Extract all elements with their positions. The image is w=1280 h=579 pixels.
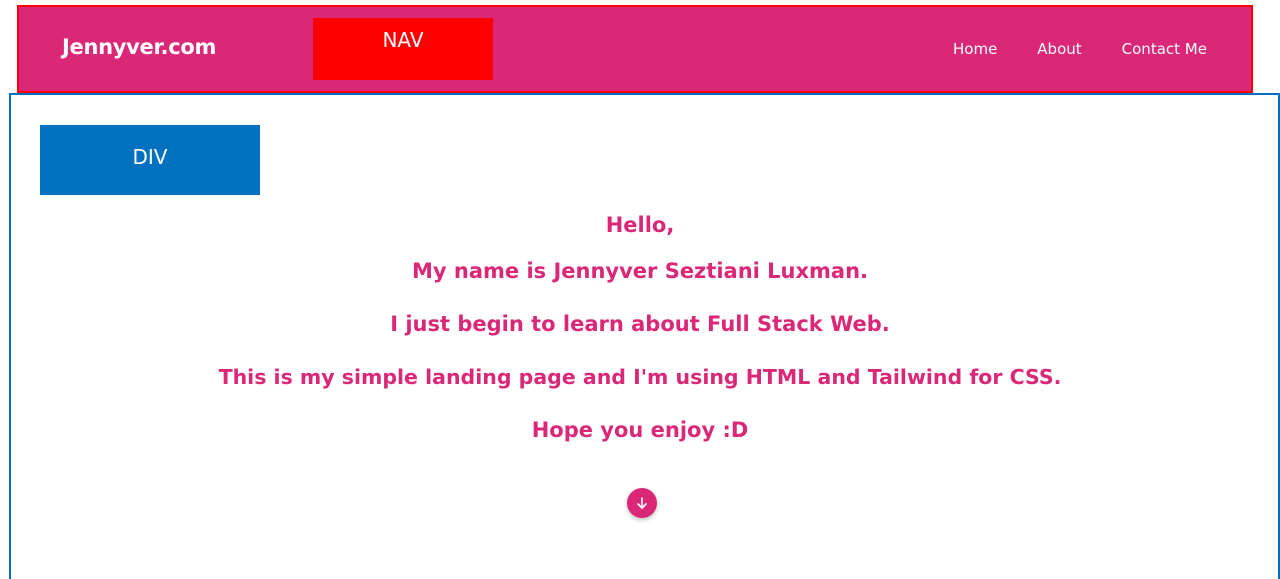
nav-link-contact[interactable]: Contact Me xyxy=(1122,40,1207,58)
brand-logo[interactable]: Jennyver.com xyxy=(62,35,216,59)
nav-annotation-label: NAV xyxy=(313,18,493,80)
hero-text: Hello, My name is Jennyver Seztiani Luxm… xyxy=(0,208,1280,466)
div-annotation-label: DIV xyxy=(40,125,260,195)
hero-closing-line: Hope you enjoy :D xyxy=(531,418,749,442)
navbar: Jennyver.com NAV Home About Contact Me xyxy=(19,7,1251,91)
scroll-down-button[interactable] xyxy=(627,488,657,518)
arrow-down-icon xyxy=(637,497,647,509)
hero-greeting: Hello, xyxy=(605,213,675,237)
nav-link-home[interactable]: Home xyxy=(953,40,997,58)
nav-link-about[interactable]: About xyxy=(1037,40,1081,58)
hero-description-line: This is my simple landing page and I'm u… xyxy=(218,365,1062,389)
hero-name-line: My name is Jennyver Seztiani Luxman. xyxy=(411,259,869,283)
hero-learning-line: I just begin to learn about Full Stack W… xyxy=(390,312,890,336)
nav-links: Home About Contact Me xyxy=(953,40,1247,58)
